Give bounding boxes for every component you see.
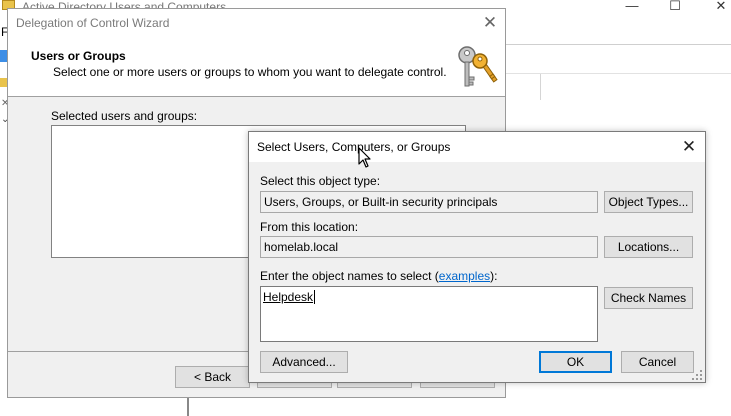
location-label: From this location:: [260, 220, 359, 234]
maximize-button[interactable]: ☐: [660, 0, 690, 16]
wizard-titlebar: Delegation of Control Wizard ✕: [8, 9, 505, 37]
wizard-header: Users or Groups Select one or more users…: [8, 37, 505, 97]
wizard-title: Delegation of Control Wizard: [16, 16, 170, 30]
minimize-button[interactable]: —: [617, 0, 647, 16]
ok-button[interactable]: OK: [539, 351, 612, 373]
examples-link[interactable]: examples: [439, 269, 490, 283]
close-window-button[interactable]: ✕: [706, 0, 731, 16]
wizard-close-button[interactable]: ✕: [478, 12, 502, 34]
object-names-value[interactable]: Helpdesk: [263, 290, 316, 304]
back-button[interactable]: < Back: [175, 366, 250, 388]
wizard-step-title: Users or Groups: [31, 49, 126, 63]
mouse-cursor-icon: [358, 147, 371, 168]
object-type-field: Users, Groups, or Built-in security prin…: [260, 191, 598, 213]
resize-grip-icon[interactable]: [690, 368, 704, 382]
object-names-label-suffix: ):: [490, 269, 498, 283]
menu-divider: [505, 44, 731, 45]
advanced-button[interactable]: Advanced...: [260, 351, 348, 373]
locations-button[interactable]: Locations...: [604, 236, 693, 258]
wizard-step-subtitle: Select one or more users or groups to wh…: [53, 65, 447, 79]
object-names-label: Enter the object names to select (exampl…: [260, 269, 497, 283]
select-users-dialog: Select Users, Computers, or Groups ✕ Sel…: [248, 131, 706, 383]
location-field: homelab.local: [260, 236, 598, 258]
cancel-button[interactable]: Cancel: [621, 351, 694, 373]
folder-icon: [0, 78, 7, 87]
keys-icon: [458, 46, 498, 87]
back-arrow-icon[interactable]: [0, 50, 7, 62]
dialog-close-button[interactable]: ✕: [677, 135, 701, 159]
dialog-titlebar: Select Users, Computers, or Groups ✕: [249, 132, 705, 162]
object-names-label-text: Enter the object names to select (: [260, 269, 439, 283]
object-names-input[interactable]: Helpdesk: [260, 286, 598, 342]
object-types-button[interactable]: Object Types...: [604, 191, 693, 213]
selected-users-label: Selected users and groups:: [51, 109, 198, 123]
object-type-label: Select this object type:: [260, 174, 381, 188]
column-divider: [540, 74, 541, 100]
pane-divider: [505, 73, 731, 74]
splitter[interactable]: [187, 397, 189, 416]
check-names-button[interactable]: Check Names: [604, 287, 693, 309]
dialog-title: Select Users, Computers, or Groups: [257, 140, 451, 154]
